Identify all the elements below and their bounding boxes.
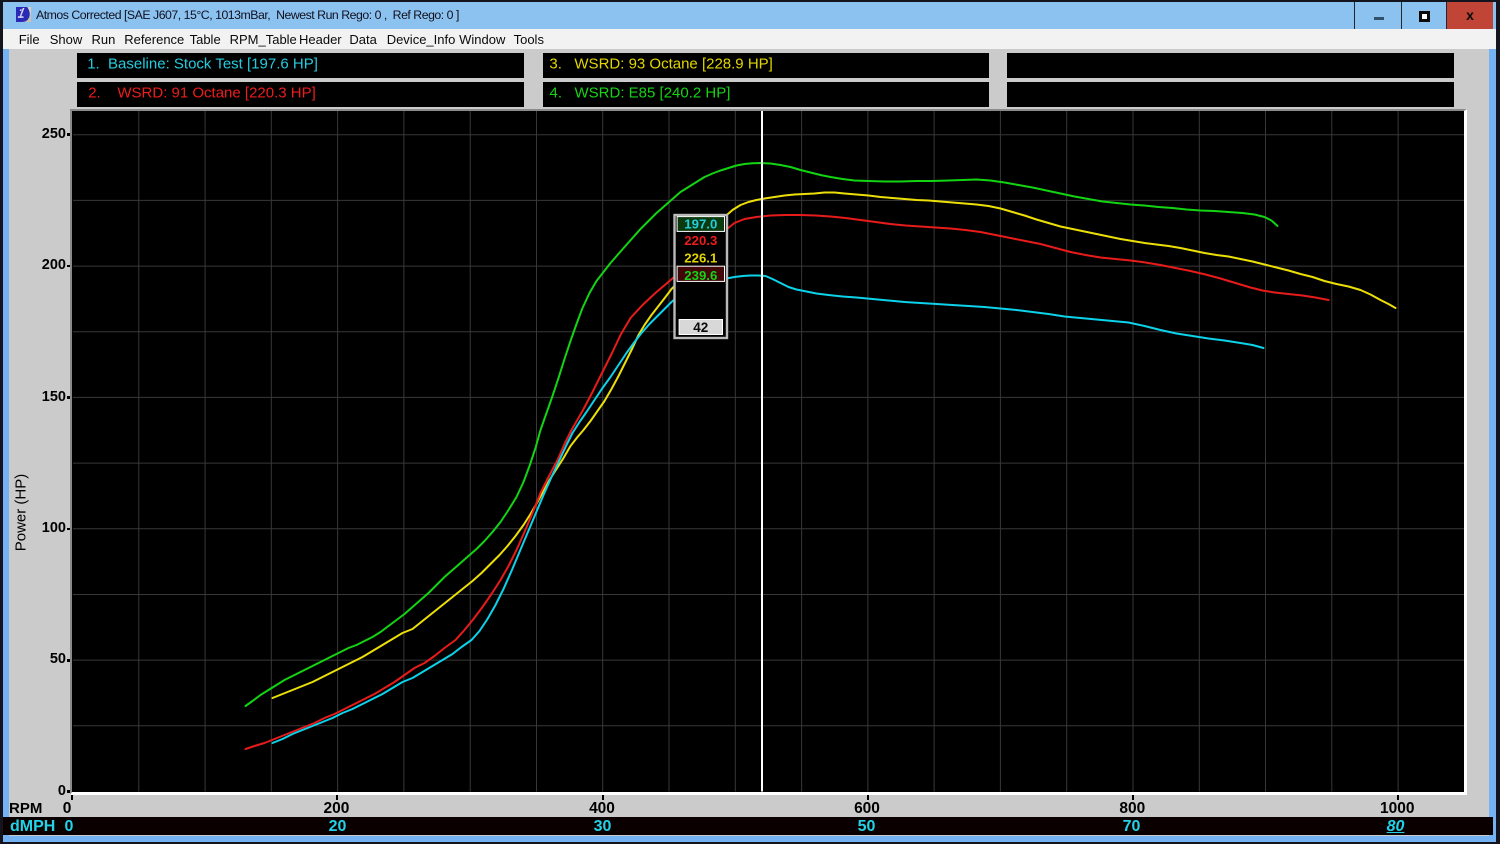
svg-text:226.1: 226.1 bbox=[684, 251, 717, 266]
svg-text:239.6: 239.6 bbox=[684, 268, 717, 283]
svg-text:197.0: 197.0 bbox=[684, 217, 717, 232]
svg-text:42: 42 bbox=[693, 320, 708, 335]
svg-text:220.3: 220.3 bbox=[684, 233, 717, 248]
